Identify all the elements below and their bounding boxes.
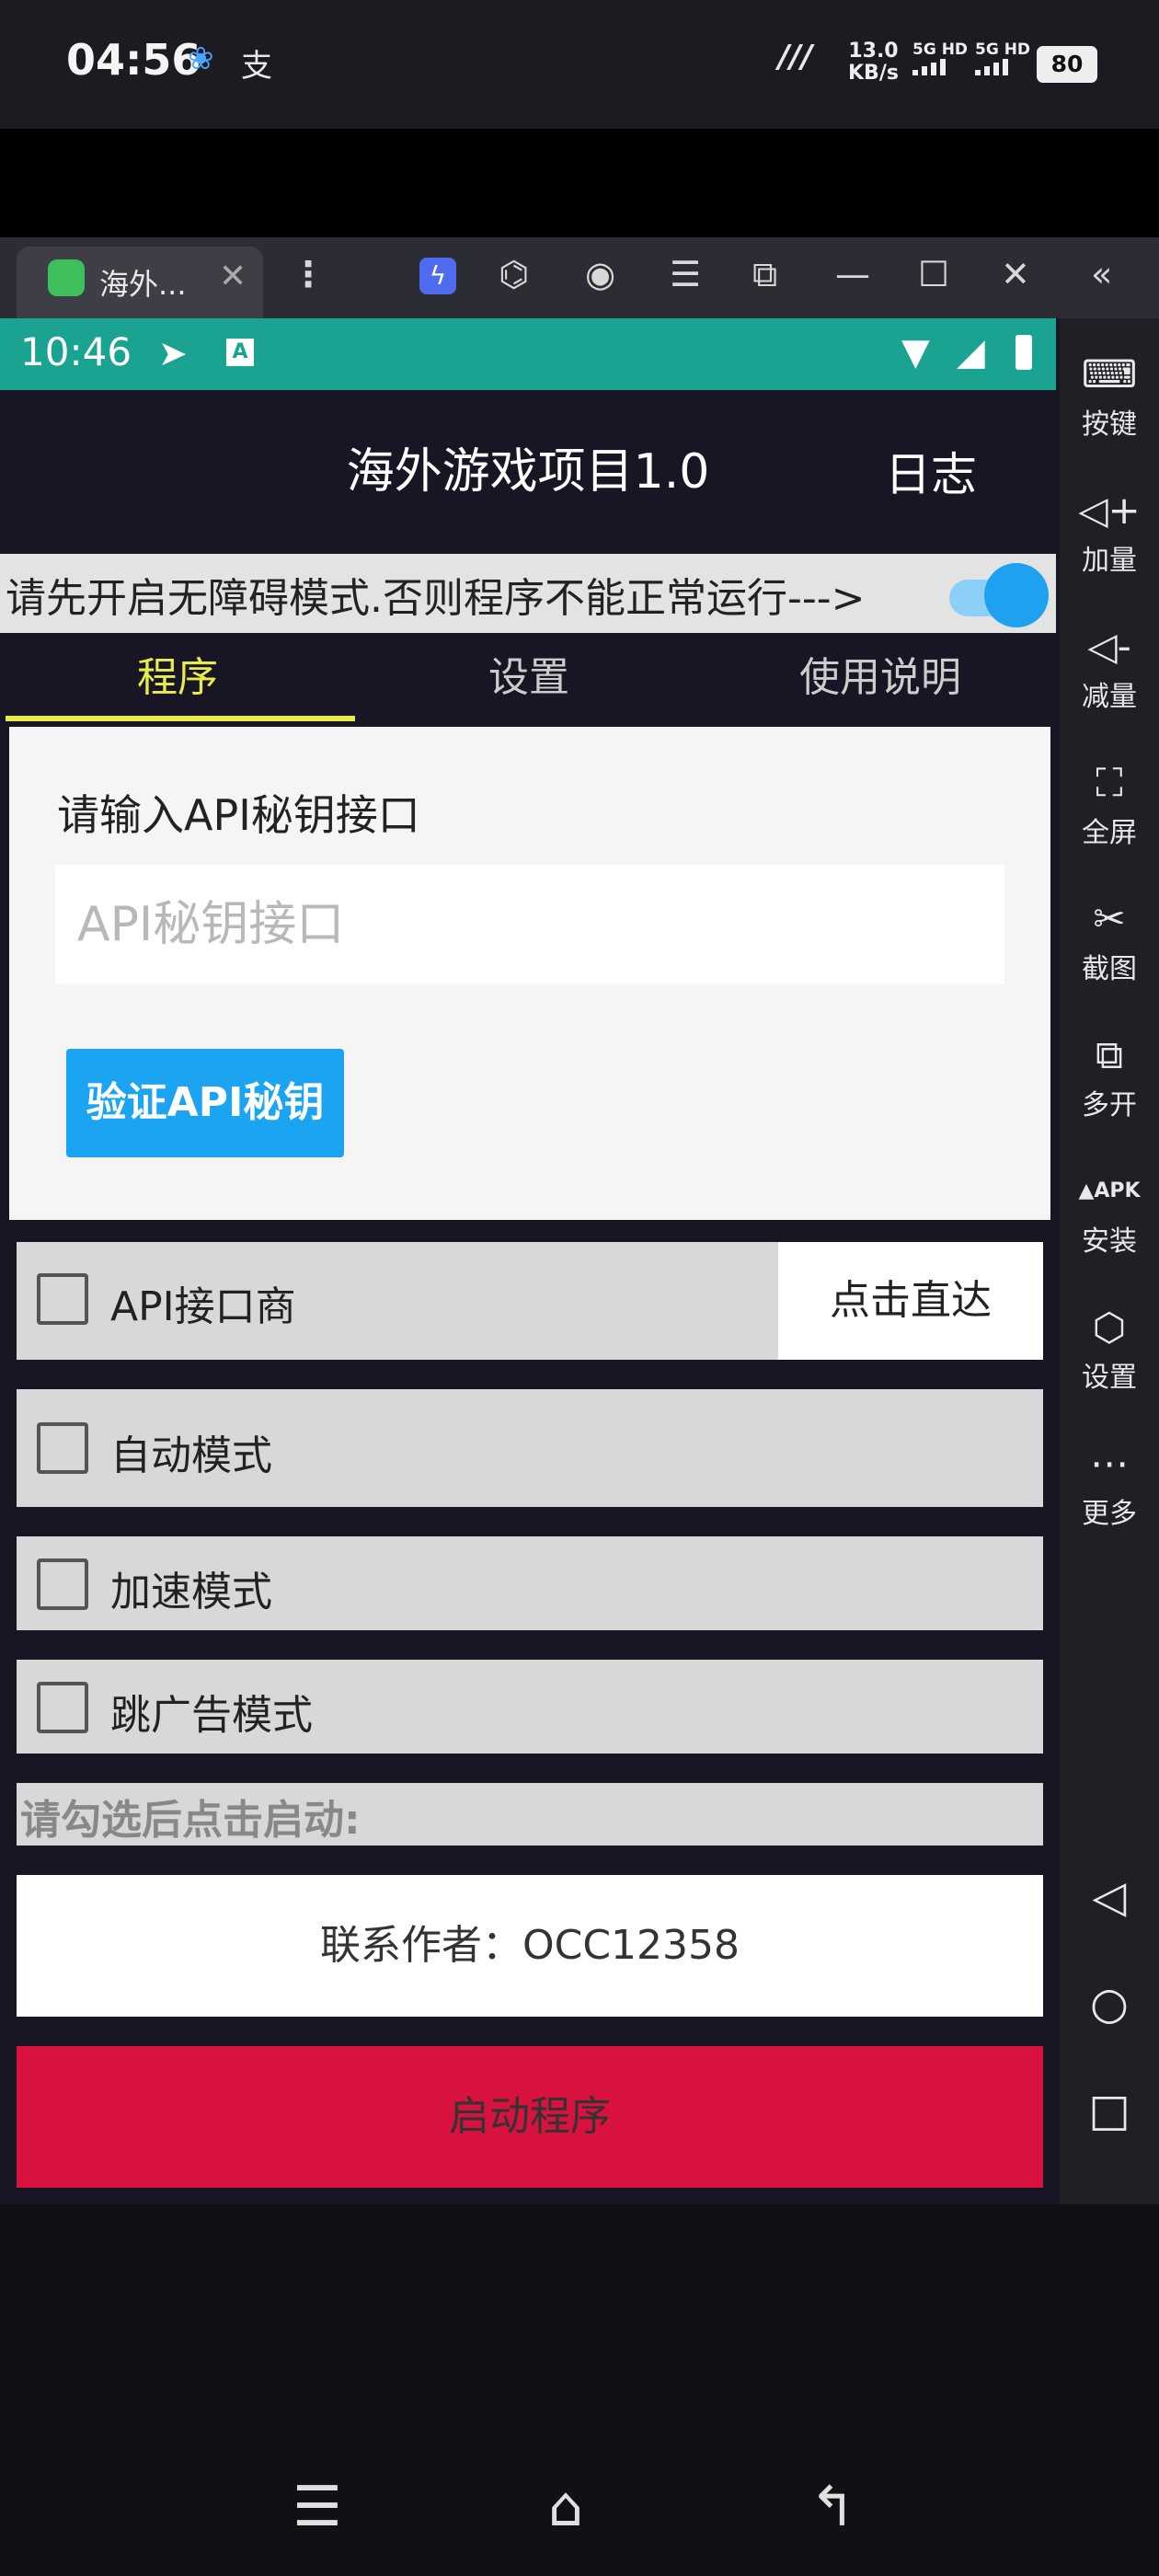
maximize-icon[interactable]: ☐ bbox=[918, 254, 949, 294]
accessibility-toggle-knob[interactable] bbox=[984, 563, 1049, 627]
battery-indicator: 80 bbox=[1037, 46, 1097, 83]
log-button[interactable]: 日志 bbox=[885, 438, 977, 504]
sim2-signal-icon: 5G HD bbox=[975, 40, 1030, 75]
sidebar-item-volume-up[interactable]: ◁+ 加量 bbox=[1060, 488, 1159, 578]
keyboard-icon: ⌨ bbox=[1081, 351, 1138, 397]
phone-menu-icon[interactable]: ☰ bbox=[293, 2475, 342, 2539]
sidebar-item-volume-down[interactable]: ◁- 减量 bbox=[1060, 624, 1159, 714]
skip-ads-label: 跳广告模式 bbox=[110, 1692, 313, 1739]
sidebar-item-keys[interactable]: ⌨ 按键 bbox=[1060, 351, 1159, 442]
notification-a-icon: A bbox=[226, 339, 254, 366]
app-tab-icon bbox=[48, 259, 85, 296]
list-menu-icon[interactable]: ☰ bbox=[670, 254, 701, 294]
tab-program[interactable]: 程序 bbox=[2, 644, 353, 703]
network-speed: 13.0 KB/s bbox=[848, 40, 899, 85]
telegram-icon: ➤ bbox=[158, 333, 188, 374]
sidebar-item-settings[interactable]: ⬡ 设置 bbox=[1060, 1305, 1159, 1395]
speed-mode-checkbox[interactable] bbox=[37, 1558, 88, 1610]
recents-icon[interactable]: □ bbox=[1060, 2085, 1159, 2136]
emulator-tab-title: 海外... bbox=[99, 267, 187, 302]
api-key-input[interactable] bbox=[55, 865, 1004, 984]
sidebar-item-multi-instance[interactable]: ⧉ 多开 bbox=[1060, 1032, 1159, 1122]
sim1-signal-icon: 5G HD bbox=[912, 40, 968, 75]
sidebar-item-fullscreen[interactable]: ⛶ 全屏 bbox=[1060, 760, 1159, 850]
android-battery-icon bbox=[1016, 335, 1032, 370]
api-provider-checkbox[interactable] bbox=[37, 1273, 88, 1325]
multi-instance-icon: ⧉ bbox=[1096, 1032, 1123, 1077]
carrier-icon: /// bbox=[778, 39, 813, 75]
auto-mode-checkbox[interactable] bbox=[37, 1422, 88, 1474]
phone-home-icon[interactable]: ⌂ bbox=[548, 2475, 583, 2539]
fullscreen-icon: ⛶ bbox=[1096, 760, 1123, 805]
close-icon[interactable]: ✕ bbox=[1001, 254, 1030, 294]
volume-down-icon: ◁- bbox=[1087, 624, 1131, 669]
goto-button[interactable]: 点击直达 bbox=[778, 1242, 1043, 1360]
app-notification-icon: ❀ bbox=[188, 40, 214, 77]
wifi-icon: ▼ bbox=[901, 331, 930, 374]
cell-signal-icon: ◢ bbox=[957, 331, 985, 374]
tab-settings[interactable]: 设置 bbox=[353, 644, 705, 703]
start-program-button[interactable]: 启动程序 bbox=[17, 2046, 1043, 2188]
menu-dots-icon[interactable]: ⋮ bbox=[291, 254, 326, 294]
phone-clock: 04:56 bbox=[66, 35, 201, 85]
auto-mode-label: 自动模式 bbox=[110, 1432, 272, 1479]
active-tab-indicator bbox=[6, 716, 355, 721]
verify-api-button[interactable]: 验证API秘钥 bbox=[66, 1049, 344, 1157]
back-icon[interactable]: ◁ bbox=[1060, 1871, 1159, 1923]
api-key-label: 请输入API秘钥接口 bbox=[57, 790, 420, 840]
lightning-icon[interactable]: ϟ bbox=[419, 258, 456, 294]
start-hint: 请勾选后点击启动: bbox=[20, 1797, 361, 1844]
collapse-sidebar-icon[interactable]: « bbox=[1091, 254, 1112, 294]
account-icon[interactable]: ◉ bbox=[585, 254, 615, 294]
home-icon[interactable]: ○ bbox=[1060, 1978, 1159, 2030]
skip-ads-checkbox[interactable] bbox=[37, 1682, 88, 1733]
phone-back-icon[interactable]: ↰ bbox=[809, 2475, 855, 2539]
sidebar-item-more[interactable]: ⋯ 更多 bbox=[1060, 1441, 1159, 1531]
settings-icon: ⬡ bbox=[1092, 1305, 1127, 1350]
tab-instructions[interactable]: 使用说明 bbox=[705, 644, 1056, 703]
api-provider-label: API接口商 bbox=[110, 1283, 296, 1330]
contact-author-button[interactable]: 联系作者：OCC12358 bbox=[17, 1875, 1043, 2017]
minimize-icon[interactable]: — bbox=[835, 254, 870, 294]
alipay-notification-icon: 支 bbox=[241, 48, 272, 85]
scissors-icon: ✂ bbox=[1093, 896, 1126, 941]
window-resize-icon[interactable]: ⧉ bbox=[752, 254, 777, 295]
android-clock: 10:46 bbox=[20, 329, 132, 374]
tab-close-icon[interactable]: ✕ bbox=[219, 258, 247, 295]
more-icon: ⋯ bbox=[1090, 1441, 1129, 1486]
accessibility-notice: 请先开启无障碍模式.否则程序不能正常运行---> bbox=[6, 575, 866, 622]
sidebar-item-install[interactable]: ▲APK 安装 bbox=[1060, 1168, 1159, 1259]
gamepad-icon[interactable]: ⌬ bbox=[499, 254, 529, 294]
sidebar-item-screenshot[interactable]: ✂ 截图 bbox=[1060, 896, 1159, 986]
apk-install-icon: ▲APK bbox=[1078, 1179, 1141, 1202]
speed-mode-label: 加速模式 bbox=[110, 1569, 272, 1616]
top-spacer bbox=[0, 129, 1159, 237]
volume-up-icon: ◁+ bbox=[1078, 488, 1141, 533]
